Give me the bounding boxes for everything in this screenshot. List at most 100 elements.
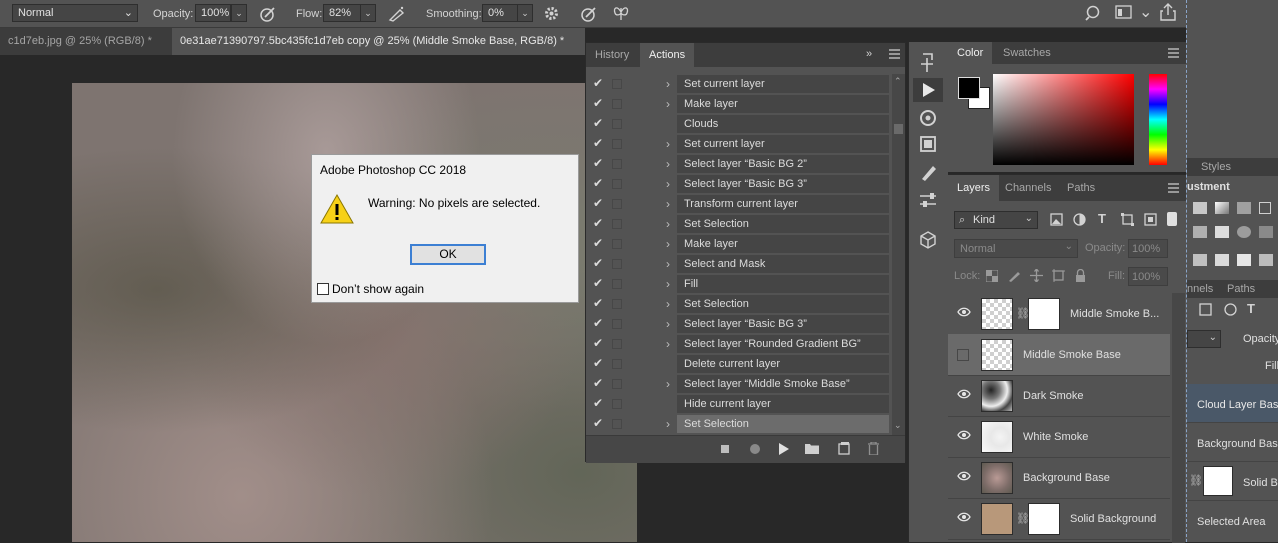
panel-menu-icon[interactable] [889,49,900,59]
action-row[interactable]: ✔ › Set Selection [586,294,891,314]
action-row[interactable]: ✔ › Transform current layer [586,194,891,214]
action-enabled-check-icon[interactable]: ✔ [593,416,603,430]
dialog-toggle-box[interactable] [612,319,622,329]
blend-mode-dropdown[interactable]: Normal ⌄ [12,4,138,22]
layer-fill-field[interactable]: 100% [1128,267,1168,286]
dialog-toggle-box[interactable] [612,399,622,409]
tab-styles[interactable]: Styles [1201,161,1231,173]
dont-show-again-label[interactable]: Don’t show again [332,282,424,296]
action-enabled-check-icon[interactable]: ✔ [593,136,603,150]
gear-icon[interactable] [543,5,560,22]
action-row[interactable]: ✔ Hide current layer [586,394,891,414]
brush-settings-icon[interactable] [913,160,943,184]
panel-menu-icon[interactable] [1168,183,1179,193]
dialog-toggle-box[interactable] [612,299,622,309]
levels-icon[interactable] [1215,202,1229,214]
action-enabled-check-icon[interactable]: ✔ [593,116,603,130]
expand-arrow-icon[interactable]: › [666,237,670,251]
dialog-toggle-box[interactable] [612,279,622,289]
action-row[interactable]: ✔ › Set Selection [586,214,891,234]
dialog-toggle-box[interactable] [612,379,622,389]
action-enabled-check-icon[interactable]: ✔ [593,216,603,230]
collapse-icon[interactable]: » [866,48,872,60]
tab-channels-partial[interactable]: nnels [1187,283,1213,295]
action-enabled-check-icon[interactable]: ✔ [593,236,603,250]
right-layer-row[interactable]: ⛓ Solid Ba [1187,462,1278,501]
action-row[interactable]: ✔ Clouds [586,114,891,134]
expand-arrow-icon[interactable]: › [666,177,670,191]
action-row[interactable]: ✔ › Select layer “Middle Smoke Base” [586,374,891,394]
expand-arrow-icon[interactable]: › [666,157,670,171]
dialog-toggle-box[interactable] [612,239,622,249]
action-enabled-check-icon[interactable]: ✔ [593,196,603,210]
brightness-icon[interactable] [1193,202,1207,214]
pixel-filter-icon[interactable] [1050,213,1063,226]
expand-arrow-icon[interactable]: › [666,417,670,431]
eye-icon[interactable] [957,307,971,317]
smoothing-dropdown[interactable]: ⌄ [517,4,533,22]
lock-all-icon[interactable] [1075,269,1086,282]
properties-icon[interactable] [913,106,943,130]
share-icon[interactable] [1160,3,1176,21]
dialog-toggle-box[interactable] [612,99,622,109]
eye-icon[interactable] [957,389,971,399]
shape-filter-icon[interactable] [1121,213,1134,226]
hue-slider[interactable] [1149,74,1167,165]
layer-row[interactable]: Dark Smoke [948,375,1170,417]
expand-arrow-icon[interactable]: › [666,297,670,311]
photo-filter-icon[interactable] [1193,254,1207,266]
action-enabled-check-icon[interactable]: ✔ [593,156,603,170]
layer-row[interactable]: Background Base [948,457,1170,499]
dialog-toggle-box[interactable] [612,259,622,269]
right-layer-row[interactable]: Selected Area [1187,501,1278,539]
adjustment-filter-icon[interactable] [1224,303,1237,316]
lock-pixels-icon[interactable] [1008,269,1021,282]
smart-object-filter-icon[interactable] [1144,213,1157,226]
tab-history[interactable]: History [586,43,638,67]
action-enabled-check-icon[interactable]: ✔ [593,336,603,350]
pressure-size-icon[interactable] [580,6,598,22]
airbrush-icon[interactable] [388,6,406,22]
dialog-toggle-box[interactable] [612,359,622,369]
actions-play-icon[interactable] [913,78,943,102]
workspace-dropdown-icon[interactable]: ⌄ [1139,5,1152,21]
document-canvas[interactable] [72,83,637,542]
expand-arrow-icon[interactable]: › [666,317,670,331]
layer-opacity-field[interactable]: 100% [1128,239,1168,258]
blend-mode-dropdown-partial[interactable]: ⌄ [1187,330,1221,348]
action-row[interactable]: ✔ › Select and Mask [586,254,891,274]
channel-mixer-icon[interactable] [1215,254,1229,266]
action-enabled-check-icon[interactable]: ✔ [593,176,603,190]
lock-artboard-icon[interactable] [1052,269,1065,282]
layer-blend-mode-dropdown[interactable]: Normal ⌄ [954,239,1078,258]
history-brush-icon[interactable] [913,50,943,76]
action-enabled-check-icon[interactable]: ✔ [593,396,603,410]
adjust-sliders-icon[interactable] [913,188,943,212]
layer-mask-thumbnail[interactable] [1028,298,1060,330]
tab-layers[interactable]: Layers [948,175,1000,201]
tab-paths[interactable]: Paths [1058,175,1104,201]
dialog-toggle-box[interactable] [612,119,622,129]
action-row[interactable]: ✔ › Select layer “Basic BG 2” [586,154,891,174]
layer-row[interactable]: ⛓ Solid Background [948,498,1170,540]
color-lookup-icon[interactable] [1237,254,1251,266]
expand-arrow-icon[interactable]: › [666,337,670,351]
3d-cube-icon[interactable] [913,228,943,252]
action-row[interactable]: ✔ › Make layer [586,234,891,254]
layer-row[interactable]: Middle Smoke Base [948,334,1170,376]
opacity-dropdown[interactable]: ⌄ [231,4,247,22]
expand-arrow-icon[interactable]: › [666,97,670,111]
panel-menu-icon[interactable] [1168,48,1179,58]
dialog-toggle-box[interactable] [612,199,622,209]
tab-actions[interactable]: Actions [640,43,695,67]
action-enabled-check-icon[interactable]: ✔ [593,96,603,110]
action-enabled-check-icon[interactable]: ✔ [593,76,603,90]
document-tab-active[interactable]: 0e31ae71390797.5bc435fc1d7eb copy @ 25% … [172,28,585,55]
libraries-icon[interactable] [913,132,943,156]
adjustment-filter-icon[interactable] [1073,213,1086,226]
action-row[interactable]: ✔ Delete current layer [586,354,891,374]
dialog-toggle-box[interactable] [612,159,622,169]
ok-button[interactable]: OK [410,244,486,265]
action-enabled-check-icon[interactable]: ✔ [593,256,603,270]
right-layer-row[interactable]: Background Base [1187,423,1278,462]
